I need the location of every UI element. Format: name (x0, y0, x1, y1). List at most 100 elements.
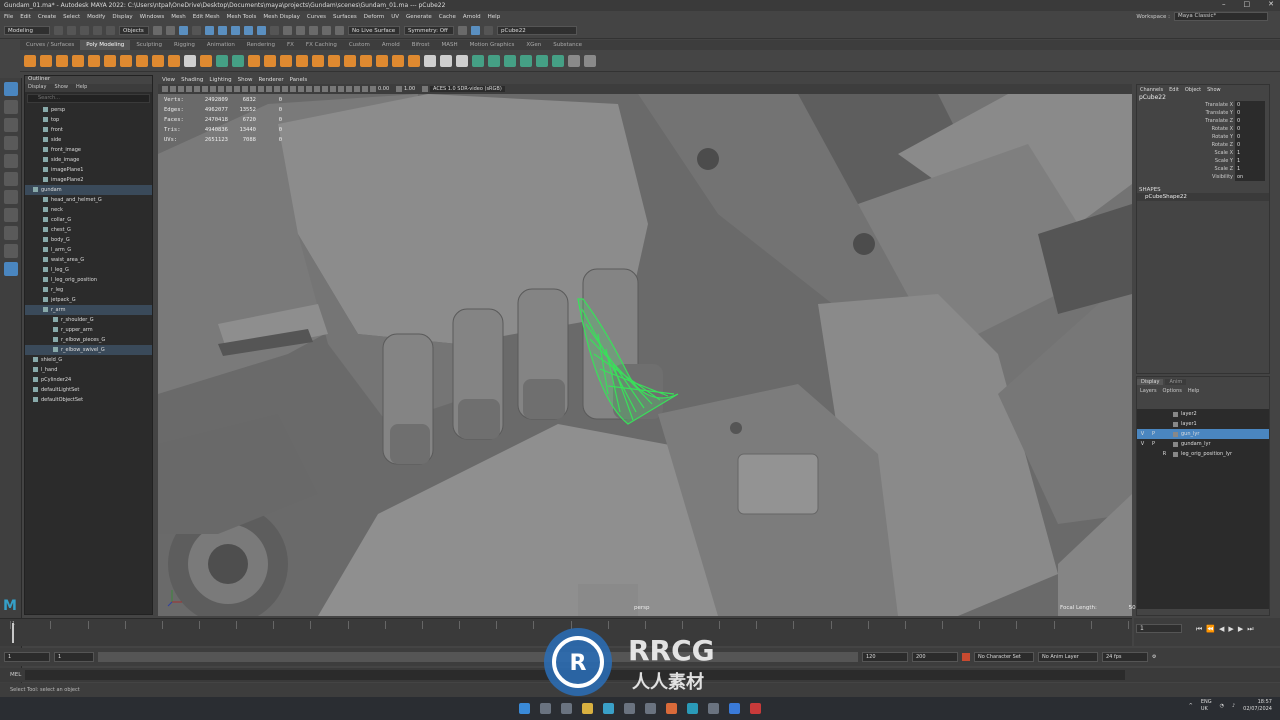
shadows-icon[interactable] (298, 86, 304, 92)
poly-plane-icon[interactable] (104, 54, 116, 67)
attribute-value[interactable]: 1 (1235, 157, 1265, 165)
snap-view-icon[interactable] (244, 26, 253, 35)
xray-active-icon[interactable] (362, 86, 368, 92)
snap-grid-icon[interactable] (205, 26, 214, 35)
render-icon[interactable] (296, 26, 305, 35)
channel-box-object-name[interactable]: pCube22 (1137, 94, 1269, 101)
safe-title-icon[interactable] (242, 86, 248, 92)
bevel-icon[interactable] (328, 54, 340, 67)
sidebar-toggle-icon[interactable] (484, 26, 493, 35)
start-icon[interactable] (519, 703, 530, 714)
outliner-item[interactable]: imagePlane1 (25, 165, 152, 175)
step-back-key-icon[interactable]: ⏪ (1206, 625, 1215, 634)
selection-field[interactable]: pCube22 (497, 26, 577, 35)
outliner-item[interactable]: gundam (25, 185, 152, 195)
shelf-tab-arnold[interactable]: Arnold (376, 40, 406, 50)
layer-color-swatch[interactable] (1173, 421, 1178, 427)
channel-menu-edit[interactable]: Edit (1169, 87, 1179, 93)
xray-joints-icon[interactable] (354, 86, 360, 92)
layer-color-swatch[interactable] (1173, 411, 1178, 417)
file-explorer-icon[interactable] (582, 703, 593, 714)
wireframe-on-shaded-icon[interactable] (274, 86, 280, 92)
layer-row[interactable]: layer2 (1137, 409, 1269, 419)
current-frame-field[interactable]: 1 (1136, 624, 1182, 633)
menu-modify[interactable]: Modify (87, 14, 105, 20)
menu-curves[interactable]: Curves (307, 14, 326, 20)
menu-cache[interactable]: Cache (439, 14, 456, 20)
outliner-item[interactable]: top (25, 115, 152, 125)
chrome-icon[interactable] (624, 703, 635, 714)
search-icon[interactable] (540, 703, 551, 714)
default-material-icon[interactable] (266, 86, 272, 92)
colorspace-dropdown[interactable]: ACES 1.0 SDR-video (sRGB) (430, 86, 505, 92)
channel-attribute[interactable]: Rotate X0 (1137, 125, 1269, 133)
maya-taskbar-icon[interactable] (687, 703, 698, 714)
isolate-icon[interactable] (338, 86, 344, 92)
shelf-tab-xgen[interactable]: XGen (520, 40, 547, 50)
lasso-tool-icon[interactable] (4, 100, 18, 114)
viewport-menu-panels[interactable]: Panels (290, 77, 308, 83)
outliner-menu-display[interactable]: Display (28, 84, 46, 92)
outliner-item[interactable]: body_G (25, 235, 152, 245)
textured-icon[interactable] (282, 86, 288, 92)
channel-attribute[interactable]: Scale X1 (1137, 149, 1269, 157)
step-back-icon[interactable]: ◀ (1219, 625, 1224, 634)
outliner-item[interactable]: side (25, 135, 152, 145)
outliner-item[interactable]: r_elbow_pieces_G (25, 335, 152, 345)
combine-icon[interactable] (216, 54, 228, 67)
attribute-value[interactable]: 0 (1235, 125, 1265, 133)
attribute-value[interactable]: 0 (1235, 141, 1265, 149)
poly-disc-icon[interactable] (120, 54, 132, 67)
render-settings-icon[interactable] (322, 26, 331, 35)
outliner-item[interactable]: pCylinder24 (25, 375, 152, 385)
workspace-dropdown[interactable]: Maya Classic* (1174, 12, 1268, 21)
attribute-value[interactable]: 0 (1235, 109, 1265, 117)
layer-toggle-r[interactable]: R (1159, 449, 1170, 459)
poly-torus-icon[interactable] (88, 54, 100, 67)
input-toggle-icon[interactable] (471, 26, 480, 35)
mirror-icon[interactable] (280, 54, 292, 67)
playback-start-field[interactable]: 1 (54, 652, 94, 662)
viewport-menu-show[interactable]: Show (238, 77, 253, 83)
viewport-menu-view[interactable]: View (162, 77, 175, 83)
outliner-item[interactable]: persp (25, 105, 152, 115)
shelf-tab-animation[interactable]: Animation (201, 40, 241, 50)
task-view-icon[interactable] (561, 703, 572, 714)
menu-edit[interactable]: Edit (20, 14, 31, 20)
motion-blur-icon[interactable] (314, 86, 320, 92)
menu-select[interactable]: Select (63, 14, 80, 20)
menu-generate[interactable]: Generate (406, 14, 432, 20)
outliner-item[interactable]: shield_G (25, 355, 152, 365)
outliner-item[interactable]: r_leg (25, 285, 152, 295)
outliner-item[interactable]: l_hand (25, 365, 152, 375)
maximize-icon[interactable]: □ (1244, 0, 1251, 8)
four-view-icon[interactable] (4, 226, 18, 240)
poly-cube-icon[interactable] (40, 54, 52, 67)
outliner-item[interactable]: side_image (25, 155, 152, 165)
channel-attribute[interactable]: Translate X0 (1137, 101, 1269, 109)
uv-spherical-icon[interactable] (520, 54, 532, 67)
ipr-icon[interactable] (309, 26, 318, 35)
multi-cut-icon[interactable] (424, 54, 436, 67)
outliner-item[interactable]: l_leg_G (25, 265, 152, 275)
snap-point-icon[interactable] (231, 26, 240, 35)
menu-set-dropdown[interactable]: Modeling (4, 26, 50, 35)
outliner-item[interactable]: l_leg_orig_position (25, 275, 152, 285)
uv-layout-icon[interactable] (552, 54, 564, 67)
uv-cylindrical-icon[interactable] (504, 54, 516, 67)
camera-app-icon[interactable] (645, 703, 656, 714)
layer-color-swatch[interactable] (1173, 441, 1178, 447)
snap-surface-icon[interactable] (257, 26, 266, 35)
menu-create[interactable]: Create (38, 14, 56, 20)
attribute-value[interactable]: 1 (1235, 165, 1265, 173)
last-tool-icon[interactable] (4, 190, 18, 204)
photos-icon[interactable] (729, 703, 740, 714)
channel-menu-object[interactable]: Object (1185, 87, 1201, 93)
select-hierarchy-icon[interactable] (153, 26, 162, 35)
menu-edit-mesh[interactable]: Edit Mesh (193, 14, 220, 20)
menu-arnold[interactable]: Arnold (463, 14, 481, 20)
fill-hole-icon[interactable] (344, 54, 356, 67)
menu-display[interactable]: Display (112, 14, 132, 20)
layer-color-swatch[interactable] (1173, 451, 1178, 457)
outliner-menu-show[interactable]: Show (54, 84, 68, 92)
